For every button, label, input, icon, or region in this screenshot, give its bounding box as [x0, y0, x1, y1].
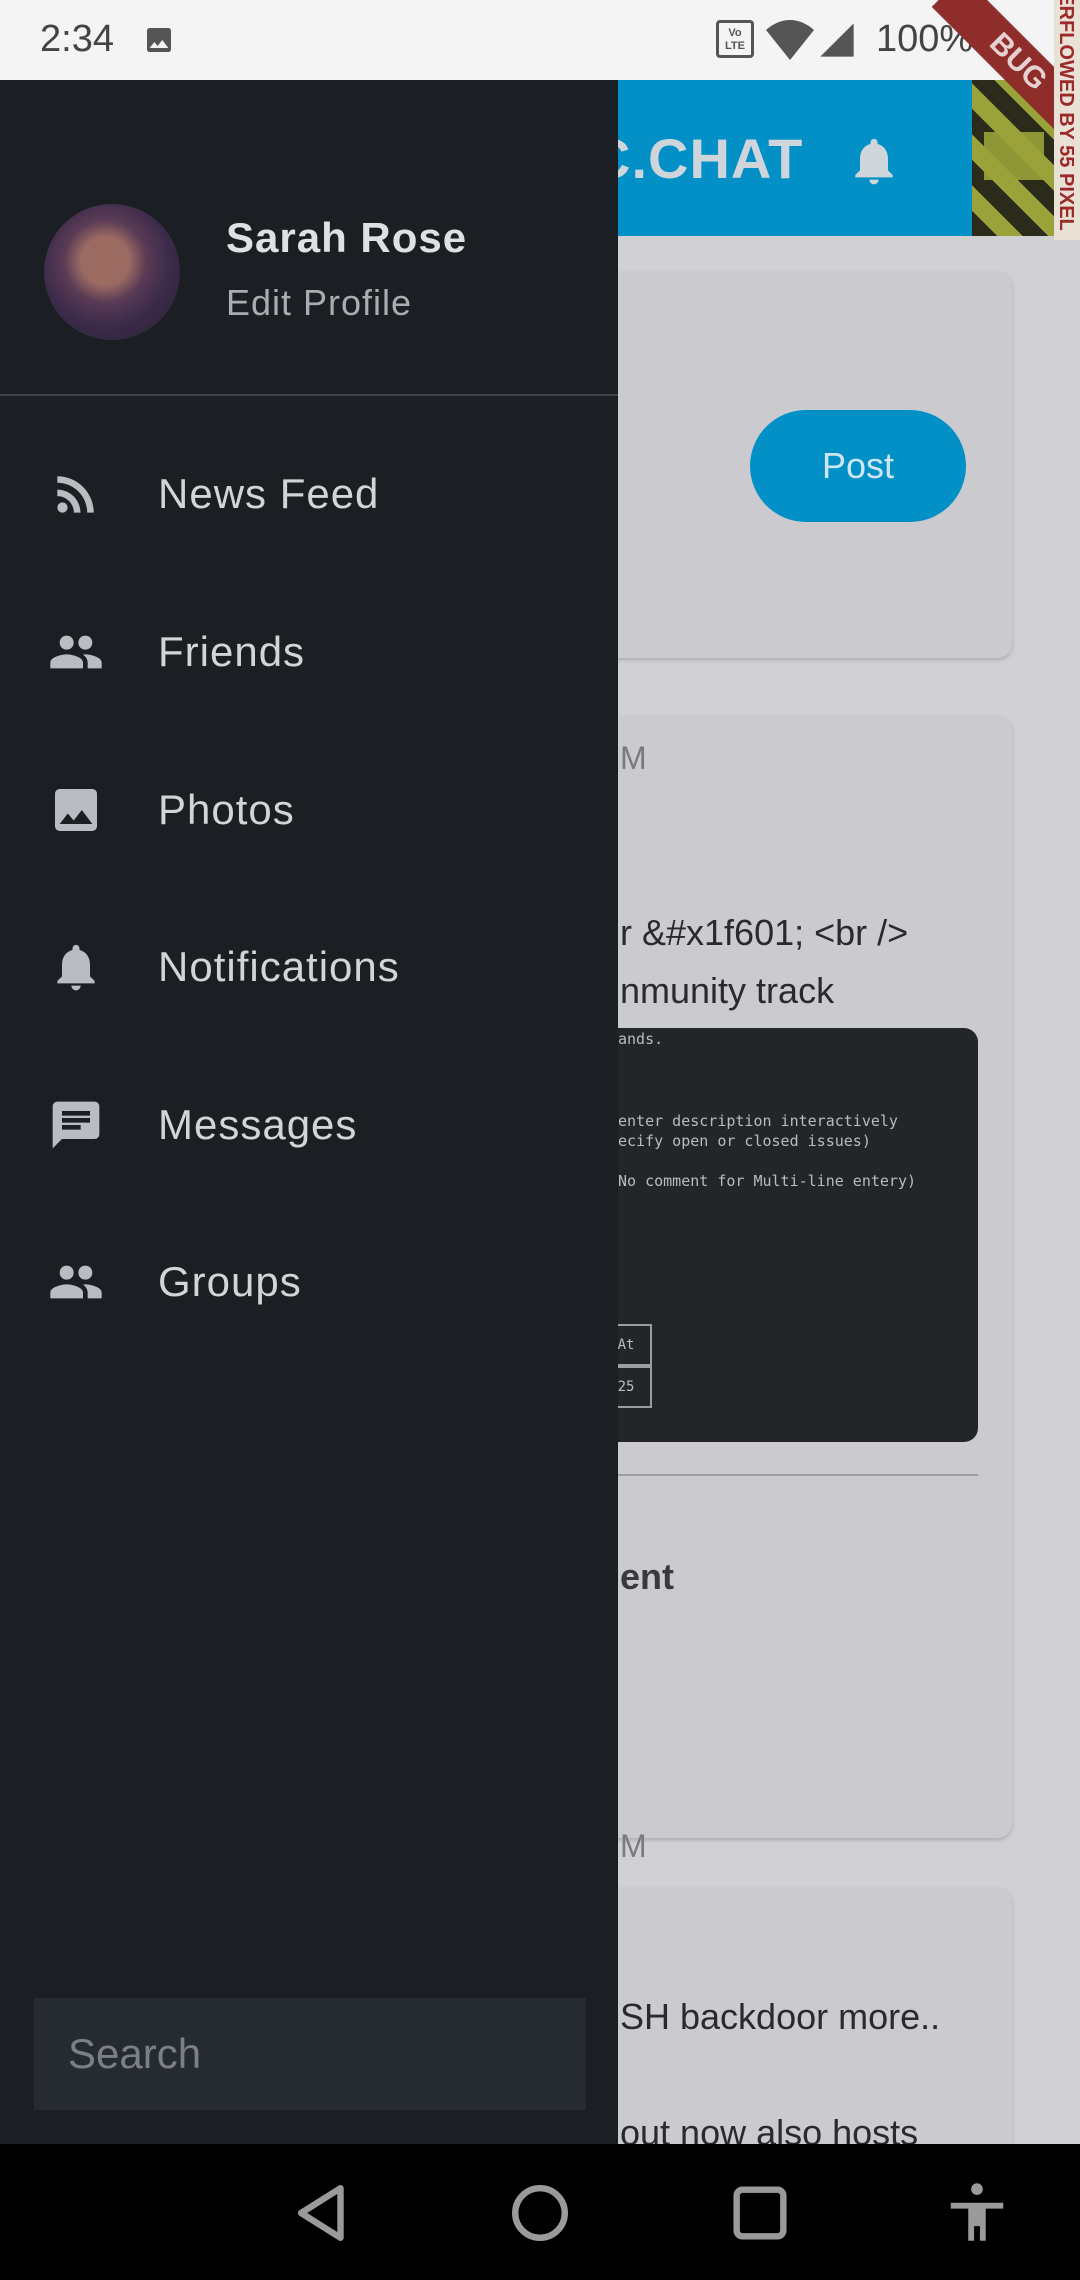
volte-icon: Vo LTE [716, 20, 754, 58]
nav-drawer: Sarah Rose Edit Profile News Feed Friend… [0, 80, 618, 2144]
nav-item-news-feed[interactable]: News Feed [0, 419, 618, 569]
post-time: M [620, 740, 647, 776]
people-icon [50, 635, 102, 669]
bell-icon [57, 944, 95, 991]
people-icon [50, 1265, 102, 1299]
status-bar: 2:34 Vo LTE 100% [0, 0, 1080, 80]
nav-label: News Feed [158, 470, 380, 517]
status-time: 2:34 [40, 18, 114, 60]
image-icon [55, 789, 97, 831]
nav-item-friends[interactable]: Friends [0, 577, 618, 727]
nav-label: Notifications [158, 943, 400, 990]
nav-item-groups[interactable]: Groups [0, 1207, 618, 1357]
nav-label: Groups [158, 1258, 302, 1305]
user-name: Sarah Rose [226, 214, 468, 261]
image-text: enter description interactively [618, 1112, 898, 1130]
overflow-warning: ERFLOWED BY 55 PIXEL [1054, 0, 1080, 240]
post-text-line: r &#x1f601; <br /> [620, 912, 909, 953]
nav-item-messages[interactable]: Messages [0, 1050, 618, 1200]
comment-button[interactable]: ent [620, 1556, 674, 1598]
nav-label: Messages [158, 1101, 358, 1148]
recents-icon[interactable] [725, 2178, 795, 2248]
signal-icon [820, 23, 854, 57]
avatar[interactable] [44, 204, 180, 340]
app-title: C.CHAT [590, 127, 804, 190]
post-text-line: nmunity track [620, 970, 835, 1011]
system-nav-bar [0, 2144, 1080, 2280]
post-text-line: SH backdoor more.. [620, 1996, 941, 2037]
divider [600, 1474, 978, 1476]
image-icon [147, 28, 171, 52]
post-button[interactable]: Post [750, 410, 966, 522]
home-icon[interactable] [505, 2178, 575, 2248]
post-time: M [620, 1828, 647, 1864]
back-icon[interactable] [288, 2178, 358, 2248]
image-text: No comment for Multi-line entery) [618, 1172, 917, 1190]
post-image[interactable]: ands. enter description interactively ec… [570, 1028, 978, 1442]
bell-icon[interactable] [846, 130, 902, 192]
nav-item-photos[interactable]: Photos [0, 735, 618, 885]
rss-icon [57, 476, 94, 513]
accessibility-icon[interactable] [942, 2178, 1012, 2248]
drawer-header[interactable]: Sarah Rose Edit Profile [0, 80, 618, 396]
nav-label: Photos [158, 786, 295, 833]
image-text: ands. [618, 1030, 664, 1048]
wifi-icon [766, 20, 814, 60]
search-input[interactable] [34, 1998, 586, 2110]
message-icon [52, 1101, 100, 1149]
nav-label: Friends [158, 628, 306, 675]
edit-profile-link[interactable]: Edit Profile [226, 282, 412, 324]
image-text: ecify open or closed issues) [618, 1132, 871, 1150]
nav-item-notifications[interactable]: Notifications [0, 892, 618, 1042]
